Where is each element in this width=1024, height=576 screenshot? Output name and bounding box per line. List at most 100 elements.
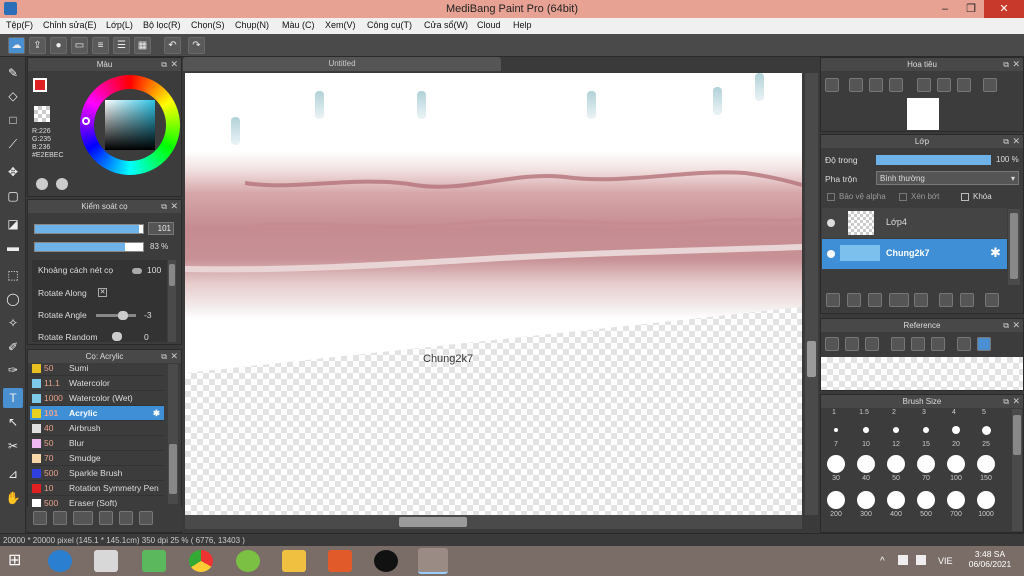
rotate-angle-knob[interactable] xyxy=(118,311,128,320)
document-icon[interactable]: ≡ xyxy=(92,37,109,54)
flip-icon[interactable] xyxy=(983,78,997,92)
brush-size-cell[interactable]: 700 xyxy=(944,490,968,522)
fit-ref-icon[interactable] xyxy=(911,337,925,351)
bluestacks-icon[interactable] xyxy=(142,550,166,572)
menu-help[interactable]: Help xyxy=(513,20,532,30)
brush-size-cell[interactable]: 20 xyxy=(944,420,968,452)
windows-start-icon[interactable]: ⊞ xyxy=(8,552,28,570)
close-reference-icon[interactable] xyxy=(865,337,879,351)
eyedropper-ref-icon[interactable] xyxy=(957,337,971,351)
gradient-tool-icon[interactable]: ▬ xyxy=(3,237,23,257)
menu-color[interactable]: Màu (C) xyxy=(282,20,315,30)
spacing-knob[interactable] xyxy=(132,268,142,274)
powerpoint-icon[interactable] xyxy=(328,550,352,572)
lasso-tool-icon[interactable]: ◯ xyxy=(3,289,23,309)
close-panel-icon[interactable]: ✕ xyxy=(1012,135,1020,148)
zoom-out-ref-icon[interactable] xyxy=(931,337,945,351)
new-1bit-layer-icon[interactable] xyxy=(868,293,882,307)
eye-icon[interactable] xyxy=(827,250,835,258)
brush-size-cell[interactable]: 200 xyxy=(824,490,848,522)
brush-properties-icon[interactable] xyxy=(99,511,113,525)
rotate-right-icon[interactable] xyxy=(957,78,971,92)
app-grid-icon[interactable] xyxy=(94,550,118,572)
rotate-along-checkbox[interactable]: ✕ xyxy=(98,288,107,297)
divide-tool-icon[interactable]: ✂ xyxy=(3,436,23,456)
hand-ref-icon[interactable] xyxy=(977,337,991,351)
close-panel-icon[interactable]: ✕ xyxy=(170,200,178,213)
medibang-taskbar-button[interactable] xyxy=(418,548,448,574)
navigator-thumbnail[interactable] xyxy=(907,98,939,130)
primary-color-swatch[interactable] xyxy=(33,78,47,92)
layer-row-chung2k7[interactable]: Chung2k7 ✱ xyxy=(822,239,1007,269)
gear-icon[interactable]: ✱ xyxy=(153,406,160,421)
menu-select[interactable]: Chọn(S) xyxy=(191,20,225,30)
close-panel-icon[interactable]: ✕ xyxy=(1012,319,1020,332)
rotate-angle-track[interactable] xyxy=(96,314,136,317)
undock-icon[interactable]: ⧉ xyxy=(1003,395,1009,408)
rotate-left-icon[interactable] xyxy=(917,78,931,92)
brush-opacity-slider[interactable] xyxy=(34,242,144,252)
language-indicator[interactable]: VIE xyxy=(938,556,953,566)
add-brush-dropdown-icon[interactable] xyxy=(73,511,93,525)
transparent-color-swatch[interactable] xyxy=(34,106,50,122)
hand-tool-icon[interactable]: ✋ xyxy=(3,488,23,508)
brush-size-cell[interactable]: 300 xyxy=(854,490,878,522)
select-rect-icon[interactable]: ⬚ xyxy=(3,265,23,285)
brush-size-cell[interactable]: 500 xyxy=(914,490,938,522)
layer-list-scrollbar[interactable] xyxy=(1008,209,1020,285)
brush-list-item[interactable]: 11.1 Watercolor xyxy=(30,376,164,391)
chrome-icon[interactable] xyxy=(189,550,213,572)
brush-size-cell[interactable]: 100 xyxy=(944,454,968,486)
hue-marker[interactable] xyxy=(82,117,90,125)
volume-icon[interactable] xyxy=(916,555,926,565)
text-tool-icon[interactable]: T xyxy=(3,388,23,408)
eye-icon[interactable] xyxy=(827,219,835,227)
list-icon[interactable]: ☰ xyxy=(113,37,130,54)
cloud-reference-icon[interactable] xyxy=(825,337,839,351)
rectangle-tool-icon[interactable]: □ xyxy=(3,110,23,130)
protect-alpha-checkbox[interactable] xyxy=(827,193,835,201)
palette-icon[interactable] xyxy=(36,178,48,190)
brush-list-item[interactable]: 1000 Watercolor (Wet) xyxy=(30,391,164,406)
color-settings-icon[interactable] xyxy=(56,178,68,190)
undock-icon[interactable]: ⧉ xyxy=(161,200,167,213)
layer-folder-icon[interactable] xyxy=(914,293,928,307)
brush-list-item[interactable]: 10 Rotation Symmetry Pen xyxy=(30,481,164,496)
menu-cloud[interactable]: Cloud xyxy=(477,20,501,30)
brush-size-cell[interactable]: 10 xyxy=(854,420,878,452)
brush-size-value[interactable]: 101 xyxy=(148,222,174,235)
merge-layer-icon[interactable] xyxy=(960,293,974,307)
menu-file[interactable]: Tệp(F) xyxy=(6,20,33,30)
upload-icon[interactable]: ⇪ xyxy=(29,37,46,54)
undo-icon[interactable]: ↶ xyxy=(164,37,181,54)
coccoc-icon[interactable] xyxy=(236,550,260,572)
brush-size-cell[interactable]: 12 xyxy=(884,420,908,452)
brush-settings-scrollbar[interactable] xyxy=(168,260,176,342)
menu-tools[interactable]: Công cụ(T) xyxy=(367,20,412,30)
rotate-random-knob[interactable] xyxy=(112,332,122,341)
operation-tool-icon[interactable]: ↖ xyxy=(3,412,23,432)
cloud-icon[interactable]: ☁ xyxy=(8,37,25,54)
canvas-horizontal-scrollbar[interactable] xyxy=(185,515,802,529)
add-layer-dropdown-icon[interactable] xyxy=(889,293,909,307)
fit-screen-icon[interactable] xyxy=(869,78,883,92)
new-brush-icon[interactable] xyxy=(53,511,67,525)
close-button[interactable]: ✕ xyxy=(984,0,1024,18)
undock-icon[interactable]: ⧉ xyxy=(1003,135,1009,148)
new-halftone-layer-icon[interactable] xyxy=(847,293,861,307)
duplicate-brush-icon[interactable] xyxy=(139,511,153,525)
minimize-button[interactable]: – xyxy=(932,0,958,18)
battery-icon[interactable] xyxy=(898,555,908,565)
zoom-in-icon[interactable] xyxy=(825,78,839,92)
brush-size-scrollbar[interactable] xyxy=(1012,409,1022,531)
brush-folder-icon[interactable] xyxy=(119,511,133,525)
cloud-brush-icon[interactable] xyxy=(33,511,47,525)
saturation-square[interactable] xyxy=(105,100,155,150)
delete-layer-icon[interactable] xyxy=(985,293,999,307)
clock[interactable]: 3:48 SA 06/06/2021 xyxy=(966,549,1014,569)
blend-mode-select[interactable]: Bình thường ▾ xyxy=(876,171,1019,185)
line-tool-icon[interactable]: ⟋ xyxy=(3,134,23,154)
brush-size-cell[interactable]: 40 xyxy=(854,454,878,486)
vertical-scroll-thumb[interactable] xyxy=(807,341,816,377)
select-pen-icon[interactable]: ✐ xyxy=(3,337,23,357)
